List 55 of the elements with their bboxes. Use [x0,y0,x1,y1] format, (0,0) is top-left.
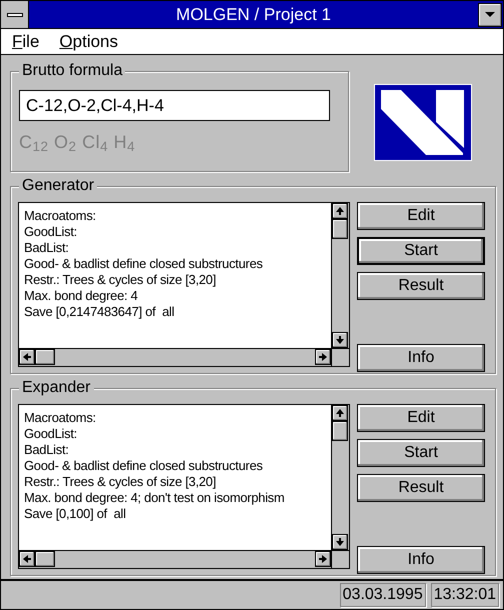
list-line: GoodList: [24,224,78,240]
list-line: Good- & badlist define closed substructures [24,458,264,474]
list-line: Max. bond degree: 4; don't test on isomorphism [24,490,286,506]
push-button[interactable]: Start [357,237,485,265]
scroll-arrow-button[interactable] [315,349,331,365]
list-line: Restr.: Trees & cycles of size [3,20] [24,474,217,490]
right-arrow-icon [317,351,329,363]
minus-bar-icon [6,12,22,16]
scroll-arrow-button[interactable] [332,332,348,348]
scroll-thumb[interactable] [332,219,348,239]
scroll-arrow-button[interactable] [332,534,348,550]
menu-item[interactable]: File [12,28,40,54]
down-triangle-icon [485,12,495,18]
list-line: Max. bond degree: 4 [24,288,139,304]
list-line: Macroatoms: [24,410,97,426]
left-arrow-icon [21,553,33,565]
scroll-arrow-button[interactable] [19,551,35,567]
minimize-button[interactable] [478,2,502,26]
push-button[interactable]: Edit [357,404,485,432]
scroll-thumb[interactable] [35,349,55,365]
list-line: Good- & badlist define closed substructures [24,256,264,272]
push-button[interactable]: Result [357,474,485,502]
scroll-arrow-button[interactable] [332,203,348,219]
formula-input-field[interactable]: C-12,O-2,Cl-4,H-4 [19,90,330,121]
list-line: BadList: [24,442,70,458]
push-button[interactable]: Result [357,272,485,300]
up-arrow-icon [334,407,346,419]
logo-icon [374,84,472,161]
list-line: Restr.: Trees & cycles of size [3,20] [24,272,217,288]
list-line: Save [0,100] of all [24,506,127,522]
push-button[interactable]: Start [357,439,485,467]
scroll-arrow-button[interactable] [315,551,331,567]
push-button[interactable]: Info [357,546,485,574]
left-arrow-icon [21,351,33,363]
group-title: Expander [19,378,94,398]
list-line: Macroatoms: [24,208,97,224]
system-menu-button[interactable] [1,1,29,28]
status-time: 13:32:01 [430,583,499,607]
push-button[interactable]: Info [357,344,485,372]
scroll-arrow-button[interactable] [332,405,348,421]
window-title: MOLGEN / Project 1 [175,4,332,26]
list-line: Save [0,2147483647] of all [24,304,176,320]
list-line: GoodList: [24,426,78,442]
formula-text: C$_{12}$ O$_{2}$ Cl$_{4}$ H$_{4}$ [19,131,136,156]
right-arrow-icon [317,553,329,565]
scroll-arrow-button[interactable] [19,349,35,365]
list-line: BadList: [24,240,70,256]
status-date: 03.03.1995 [340,583,426,607]
up-arrow-icon [334,205,346,217]
menu-item[interactable]: Options [59,28,118,54]
scroll-thumb[interactable] [35,551,55,567]
scroll-thumb[interactable] [332,421,348,441]
down-arrow-icon [334,536,346,548]
push-button[interactable]: Edit [357,202,485,230]
down-arrow-icon [334,334,346,346]
